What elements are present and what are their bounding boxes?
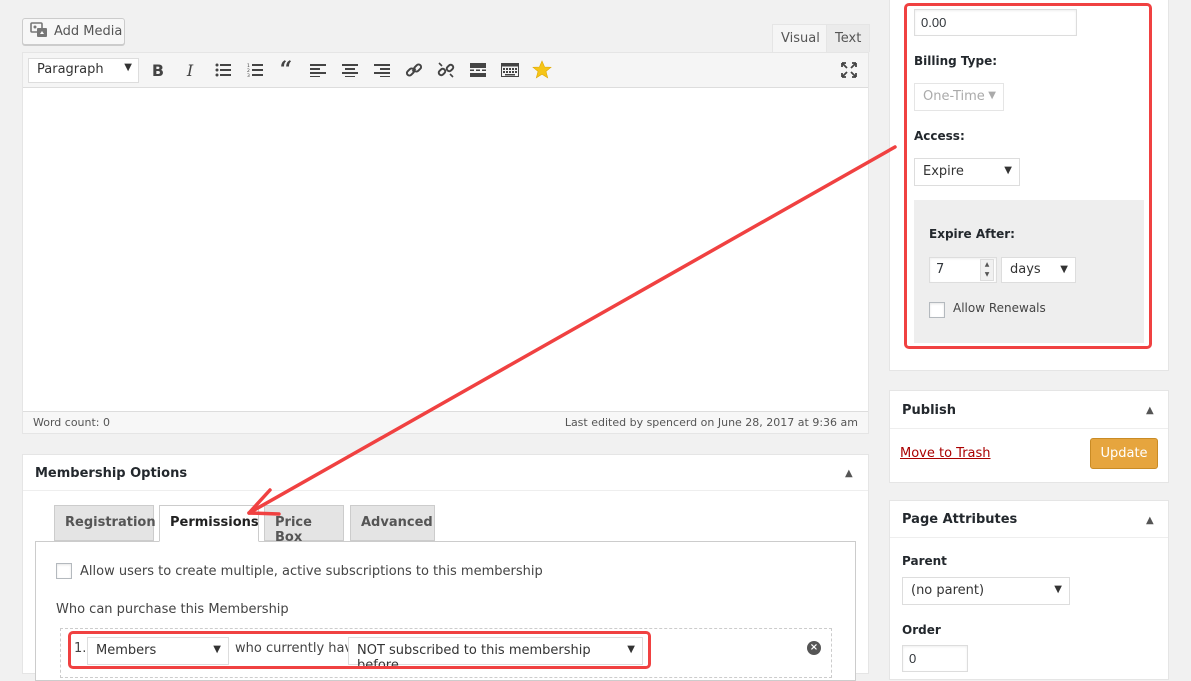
annotation-arrow-icon [247, 145, 897, 516]
